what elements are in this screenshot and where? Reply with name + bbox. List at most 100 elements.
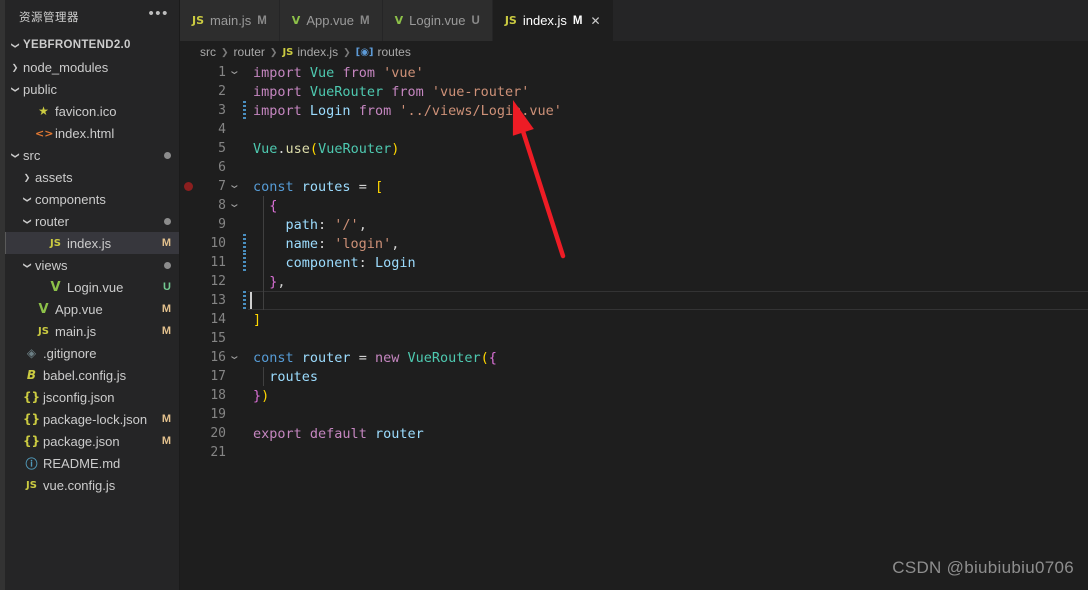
- tab-label: Login.vue: [409, 13, 466, 28]
- code-line-16[interactable]: 16 const router = new VueRouter({: [180, 348, 1088, 367]
- code-token: ,: [277, 273, 286, 290]
- tab-label: index.js: [522, 13, 567, 28]
- gutter-change-marker: [242, 329, 247, 348]
- fold-chevron-icon[interactable]: [226, 182, 242, 191]
- tree-root-YEBFRONTEND2.0[interactable]: YEBFRONTEND2.0: [5, 34, 179, 56]
- tree-item-babel.config.js[interactable]: Bbabel.config.js: [5, 364, 179, 386]
- tree-item-favicon.ico[interactable]: ★ favicon.ico: [5, 100, 179, 122]
- code-line-21[interactable]: 21: [180, 443, 1088, 462]
- tree-item-readme.md[interactable]: ⓘ README.md: [5, 452, 179, 474]
- tree-item-router[interactable]: router: [5, 210, 179, 232]
- line-number: 19: [210, 407, 226, 422]
- code-line-12[interactable]: 12 },: [180, 272, 1088, 291]
- tab-main-js[interactable]: JS main.js M: [180, 0, 280, 41]
- tree-item-views[interactable]: views: [5, 254, 179, 276]
- code-line-4[interactable]: 4: [180, 120, 1088, 139]
- tree-item-.gitignore[interactable]: ◈ .gitignore: [5, 342, 179, 364]
- tree-item-jsconfig.json[interactable]: {} jsconfig.json: [5, 386, 179, 408]
- code-line-3[interactable]: 3 import Login from '../views/Login.vue': [180, 101, 1088, 120]
- code-token: export: [253, 425, 302, 442]
- code-token: routes: [301, 178, 351, 195]
- json-file-icon: {}: [23, 412, 41, 426]
- code-line-18[interactable]: 18}): [180, 386, 1088, 405]
- tree-item-nodemodules[interactable]: node_modules: [5, 56, 179, 78]
- folder-dirty-indicator: [164, 217, 171, 225]
- chevron-right-icon[interactable]: [7, 62, 23, 72]
- line-number: 1: [218, 65, 226, 80]
- breadcrumb-label: src: [200, 45, 216, 59]
- tree-item-login.vue[interactable]: V Login.vue U: [5, 276, 179, 298]
- chevron-down-icon[interactable]: [7, 40, 23, 50]
- tab-login-vue[interactable]: V Login.vue U: [382, 0, 493, 41]
- tree-item-app.vue[interactable]: V App.vue M: [5, 298, 179, 320]
- code-token: VueRouter: [318, 140, 392, 157]
- chevron-down-icon[interactable]: [19, 260, 35, 270]
- chevron-down-icon[interactable]: [19, 216, 35, 226]
- tree-item-components[interactable]: components: [5, 188, 179, 210]
- tab-git-badge: M: [360, 14, 370, 27]
- tree-item-src[interactable]: src: [5, 144, 179, 166]
- breakpoint-icon[interactable]: [180, 182, 196, 191]
- code-line-20[interactable]: 20 export default router: [180, 424, 1088, 443]
- code-line-14[interactable]: 14]: [180, 310, 1088, 329]
- tree-item-index.js[interactable]: JS index.js M: [5, 232, 179, 254]
- json-file-icon: {}: [23, 390, 41, 404]
- tree-item-label: README.md: [43, 455, 121, 471]
- breadcrumb-item-src[interactable]: src: [200, 45, 216, 59]
- breadcrumb-item-index-js[interactable]: JS index.js: [282, 45, 338, 59]
- code-line-5[interactable]: 5 Vue.use(VueRouter): [180, 139, 1088, 158]
- tree-item-main.js[interactable]: JS main.js M: [5, 320, 179, 342]
- md-file-icon: ⓘ: [25, 456, 38, 471]
- explorer-sidebar: 资源管理器 ••• YEBFRONTEND2.0 node_modulespubl…: [5, 0, 180, 590]
- tree-item-label: vue.config.js: [43, 477, 116, 493]
- line-number: 17: [210, 369, 226, 384]
- code-line-1[interactable]: 1 import Vue from 'vue': [180, 63, 1088, 82]
- code-token: from: [358, 102, 392, 119]
- editor-tab-bar: JS main.js M V App.vue M V Login.vue U JS index.js…: [180, 0, 1088, 41]
- tab-close-icon[interactable]: ✕: [591, 14, 601, 28]
- code-line-8[interactable]: 8 {: [180, 196, 1088, 215]
- tree-item-package.json[interactable]: {} package.json M: [5, 430, 179, 452]
- code-token: import: [253, 83, 302, 100]
- line-number: 13: [210, 293, 226, 308]
- chevron-down-icon[interactable]: [19, 194, 35, 204]
- tree-item-vue.config.js[interactable]: JS vue.config.js: [5, 474, 179, 496]
- code-line-17[interactable]: 17 routes: [180, 367, 1088, 386]
- code-line-6[interactable]: 6: [180, 158, 1088, 177]
- tree-item-assets[interactable]: assets: [5, 166, 179, 188]
- code-line-15[interactable]: 15: [180, 329, 1088, 348]
- tab-app-vue[interactable]: V App.vue M: [279, 0, 383, 41]
- tree-item-package-lock.json[interactable]: {} package-lock.json M: [5, 408, 179, 430]
- tab-index-js[interactable]: JS index.js M ✕: [492, 0, 614, 41]
- fold-chevron-icon[interactable]: [226, 353, 242, 362]
- breadcrumb-item-routes[interactable]: [◉] routes: [356, 45, 411, 59]
- tab-label: App.vue: [306, 13, 355, 28]
- code-line-7[interactable]: 7 const routes = [: [180, 177, 1088, 196]
- code-line-19[interactable]: 19: [180, 405, 1088, 424]
- chevron-down-icon[interactable]: [7, 84, 23, 94]
- tree-item-public[interactable]: public: [5, 78, 179, 100]
- more-actions-icon[interactable]: •••: [148, 6, 169, 24]
- code-token: import: [253, 64, 302, 81]
- code-token: ,: [391, 235, 400, 252]
- fold-chevron-icon[interactable]: [226, 68, 242, 77]
- code-editor[interactable]: 1 import Vue from 'vue' 2 import VueRouter …: [180, 63, 1088, 590]
- code-content[interactable]: 1 import Vue from 'vue' 2 import VueRouter …: [180, 63, 1088, 462]
- breadcrumb-item-router[interactable]: router: [234, 45, 265, 59]
- code-line-11[interactable]: 11 component: Login: [180, 253, 1088, 272]
- code-line-10[interactable]: 10 name: 'login',: [180, 234, 1088, 253]
- chevron-right-icon[interactable]: [19, 172, 35, 182]
- code-token: const: [253, 178, 294, 195]
- fold-chevron-icon[interactable]: [226, 201, 242, 210]
- code-token: }: [253, 387, 262, 404]
- explorer-header: 资源管理器 •••: [5, 0, 179, 34]
- code-line-13[interactable]: 13: [180, 291, 1088, 310]
- code-token: :: [358, 254, 375, 271]
- chevron-down-icon[interactable]: [7, 150, 23, 160]
- code-line-2[interactable]: 2 import VueRouter from 'vue-router': [180, 82, 1088, 101]
- code-line-9[interactable]: 9 path: '/',: [180, 215, 1088, 234]
- tree-item-index.html[interactable]: <> index.html: [5, 122, 179, 144]
